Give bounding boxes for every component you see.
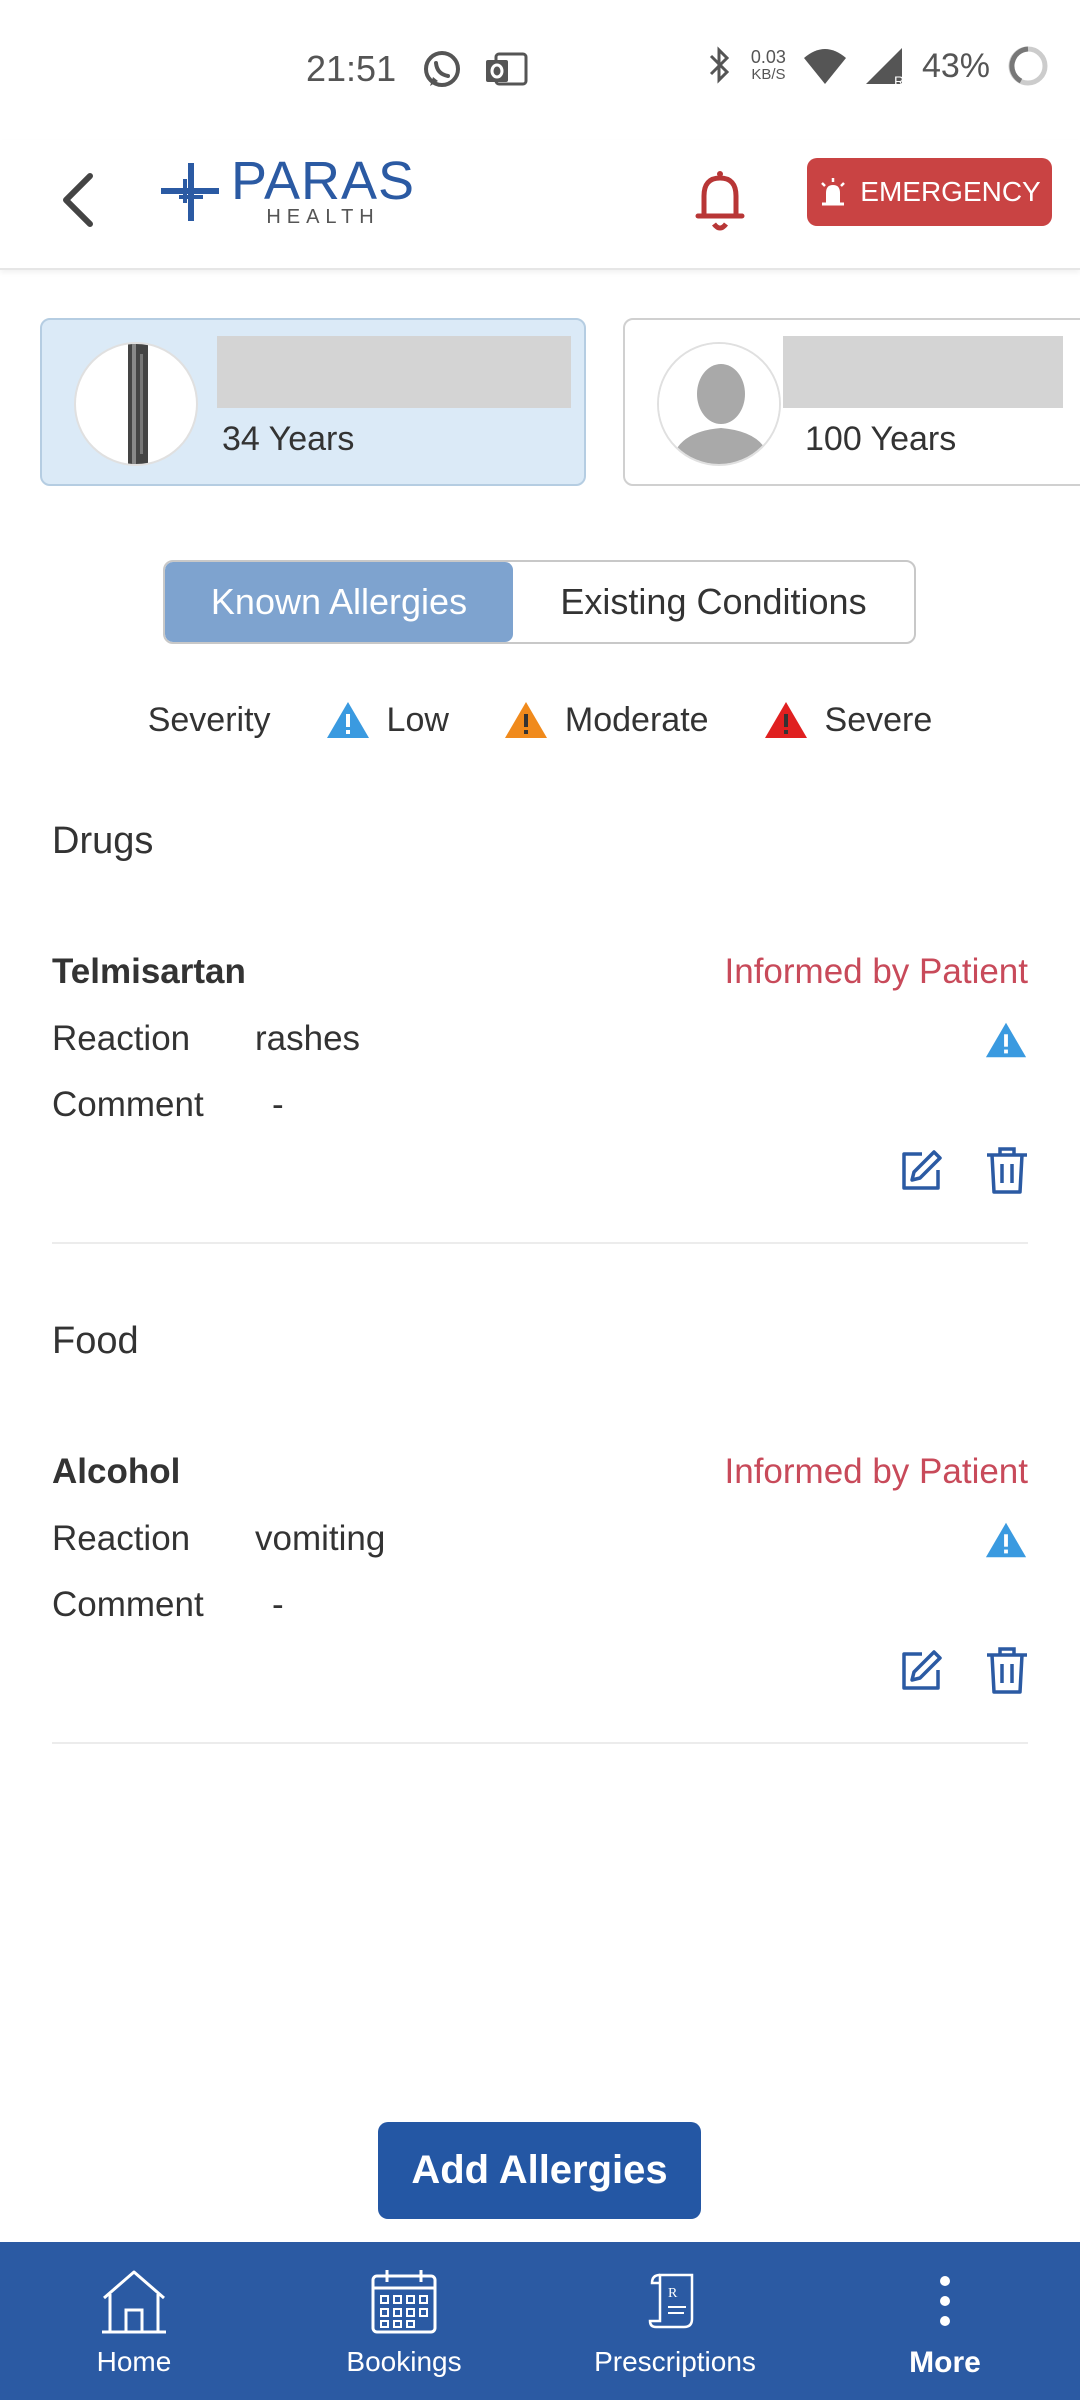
legend-low: Low — [386, 700, 449, 739]
legend-title: Severity — [147, 700, 271, 739]
severity-legend: Severity Low Moderate Severe — [0, 700, 1080, 740]
net-speed-unit: KB/S — [751, 66, 786, 83]
reaction-label: Reaction — [52, 1519, 191, 1558]
legend-moderate: Moderate — [564, 700, 709, 739]
network-speed: 0.03 KB/S — [751, 48, 786, 84]
nav-bookings-label: Bookings — [346, 2346, 462, 2377]
reaction-value: vomiting — [255, 1519, 386, 1558]
reaction-label: Reaction — [52, 1019, 191, 1058]
profile-card-selected[interactable]: 34 Years — [40, 318, 586, 486]
name-redacted — [217, 336, 571, 408]
back-arrow-icon[interactable] — [50, 164, 110, 234]
profile-age: 34 Years — [222, 420, 355, 458]
default-avatar-icon — [659, 344, 779, 464]
avatar — [74, 342, 198, 466]
nav-more-label: More — [909, 2346, 981, 2379]
comment-value: - — [272, 1585, 284, 1624]
bottom-navigation: Home Bookings R Prescriptions More — [0, 2242, 1080, 2400]
low-severity-icon — [985, 1522, 1027, 1558]
battery-ring-icon — [1008, 46, 1048, 86]
status-time: 21:51 — [306, 48, 397, 89]
nav-home[interactable]: Home — [64, 2242, 204, 2400]
notification-bell-icon[interactable] — [690, 166, 750, 236]
comment-value: - — [272, 1085, 284, 1124]
svg-text:R: R — [894, 73, 904, 88]
trash-icon[interactable] — [985, 1645, 1029, 1695]
section-title-drugs: Drugs — [52, 820, 154, 862]
home-icon — [102, 2270, 166, 2334]
profile-age: 100 Years — [805, 420, 957, 458]
logo-cross-icon — [161, 162, 219, 221]
low-severity-icon — [985, 1022, 1027, 1058]
siren-icon — [821, 178, 846, 206]
comment-label: Comment — [52, 1085, 204, 1124]
notification-icons — [420, 48, 528, 92]
logo-name: PARAS — [231, 151, 416, 211]
system-status: 0.03 KB/S R 43% — [705, 44, 1050, 88]
reaction-value: rashes — [255, 1019, 361, 1058]
allergy-source: Informed by Patient — [724, 952, 1029, 991]
legend-severe: Severe — [824, 700, 933, 739]
allergy-condition-tabs: Known Allergies Existing Conditions — [163, 560, 916, 644]
comment-label: Comment — [52, 1585, 204, 1624]
nav-prescriptions-label: Prescriptions — [594, 2346, 756, 2377]
app-header: PARAS HEALTH EMERGENCY — [0, 140, 1080, 270]
status-bar: 21:51 0.03 KB/S R 43% — [0, 0, 1080, 140]
allergy-name: Alcohol — [52, 1452, 181, 1491]
profile-photo — [128, 344, 148, 464]
profile-card[interactable]: 100 Years — [623, 318, 1080, 486]
trash-icon[interactable] — [985, 1145, 1029, 1195]
signal-icon: R — [865, 48, 904, 88]
svg-text:R: R — [668, 2286, 678, 2301]
nav-bookings[interactable]: Bookings — [334, 2242, 474, 2400]
low-severity-icon — [326, 702, 369, 738]
bluetooth-icon — [709, 46, 730, 84]
nav-more[interactable]: More — [880, 2242, 1010, 2400]
emergency-button[interactable]: EMERGENCY — [807, 158, 1052, 226]
emergency-label: EMERGENCY — [860, 176, 1041, 207]
section-title-food: Food — [52, 1320, 139, 1362]
tab-known-allergies[interactable]: Known Allergies — [165, 562, 513, 642]
nav-home-label: Home — [96, 2346, 172, 2377]
avatar — [657, 342, 781, 466]
whatsapp-icon — [424, 51, 460, 87]
more-vertical-icon — [940, 2276, 950, 2326]
add-allergies-button[interactable]: Add Allergies — [378, 2122, 701, 2219]
nav-prescriptions[interactable]: R Prescriptions — [580, 2242, 770, 2400]
allergy-source: Informed by Patient — [724, 1452, 1029, 1491]
tab-existing-conditions[interactable]: Existing Conditions — [513, 562, 914, 642]
prescription-icon: R — [648, 2273, 694, 2329]
calendar-icon — [371, 2270, 437, 2334]
paras-health-logo: PARAS HEALTH — [155, 154, 415, 229]
divider — [52, 1742, 1028, 1744]
moderate-severity-icon — [504, 702, 547, 738]
edit-icon[interactable] — [898, 1648, 944, 1694]
allergy-name: Telmisartan — [52, 952, 246, 991]
wifi-icon — [803, 49, 846, 84]
name-redacted — [783, 336, 1063, 408]
net-speed-value: 0.03 — [750, 47, 786, 67]
battery-percent: 43% — [921, 46, 990, 85]
divider — [52, 1242, 1028, 1244]
severe-severity-icon — [764, 702, 807, 738]
outlook-icon — [486, 52, 528, 86]
edit-icon[interactable] — [898, 1148, 944, 1194]
